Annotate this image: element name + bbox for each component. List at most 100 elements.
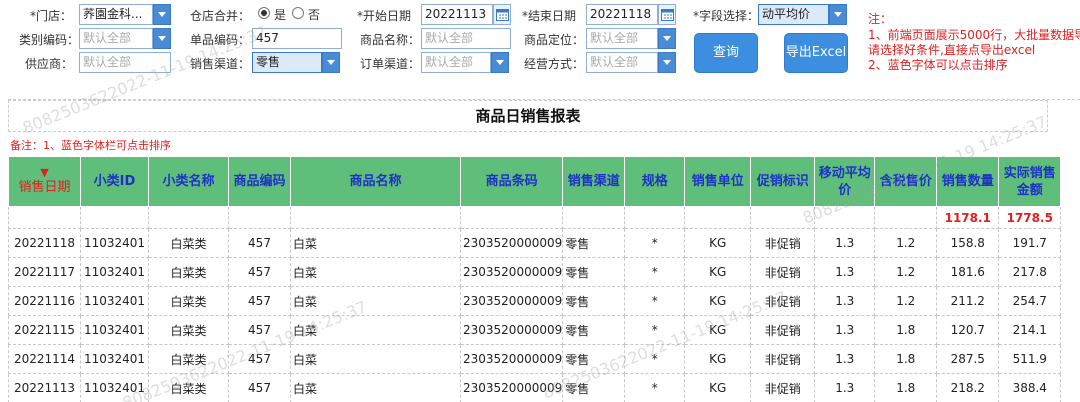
cell-sales-channel: 零售 — [562, 373, 626, 402]
sales-report-table: ▼ 销售日期 小类ID 小类名称 商品编码 商品名称 商品条码 销售渠道 规格 销… — [8, 156, 1062, 402]
sales-channel-select[interactable]: 零售 — [252, 52, 322, 73]
table-row[interactable]: 20221114 11032401 白菜类 457 白菜 2303520000009 零售 *… — [8, 344, 1062, 374]
end-date-label: *结束日期 — [522, 9, 577, 23]
cell-spec: * — [624, 344, 686, 374]
field-select[interactable]: 动平均价 — [758, 4, 829, 25]
total-sales-qty: 1178.1 — [936, 206, 1000, 229]
table-row[interactable]: 20221113 11032401 白菜类 457 白菜 2303520000009 零售 *… — [8, 373, 1062, 402]
merge-store-label: 仓店合并： — [190, 9, 251, 23]
col-header-actual-amount[interactable]: 实际销售金额 — [998, 156, 1062, 207]
cell-tax-price: 1.8 — [874, 373, 938, 402]
cell-promo-flag: 非促销 — [750, 344, 816, 374]
cell-subclass-id: 11032401 — [80, 315, 149, 345]
item-code-input[interactable]: 457 — [252, 28, 342, 49]
cell-sales-channel: 零售 — [562, 286, 626, 316]
cell-spec: * — [624, 228, 686, 258]
category-input[interactable]: 默认全部 — [79, 28, 153, 49]
field-select-label: *字段选择： — [693, 9, 760, 23]
cell-spec: * — [624, 373, 686, 402]
supplier-label: 供应商： — [25, 57, 74, 71]
store-select[interactable]: 荞園金科... — [79, 4, 153, 25]
item-name-label: 商品名称： — [360, 33, 421, 47]
cell-unit: KG — [684, 373, 752, 402]
merge-yes-label: 是 — [274, 8, 287, 22]
merge-yes-radio[interactable] — [258, 7, 270, 19]
cell-sales-channel: 零售 — [562, 344, 626, 374]
cell-subclass-name: 白菜类 — [148, 344, 229, 374]
cell-item-name: 白菜 — [290, 373, 461, 402]
table-row[interactable]: 20221117 11032401 白菜类 457 白菜 2303520000009 零售 *… — [8, 257, 1062, 287]
col-header-spec[interactable]: 规格 — [624, 156, 686, 207]
cell-promo-flag: 非促销 — [750, 373, 816, 402]
store-label: *门店： — [30, 9, 73, 23]
cell-barcode: 2303520000009 — [459, 228, 564, 258]
export-excel-button[interactable]: 导出Excel — [784, 33, 848, 73]
item-code-label: 单品编码： — [190, 33, 251, 47]
operation-mode-input[interactable]: 默认全部 — [586, 52, 658, 73]
cell-item-code: 457 — [228, 315, 291, 345]
col-header-promo-flag[interactable]: 促销标识 — [750, 156, 816, 207]
cell-spec: * — [624, 286, 686, 316]
cell-item-name: 白菜 — [290, 228, 461, 258]
operation-mode-dropdown-icon[interactable] — [658, 52, 676, 73]
start-date-calendar-icon[interactable] — [493, 4, 511, 25]
table-row[interactable]: 20221116 11032401 白菜类 457 白菜 2303520000009 零售 *… — [8, 286, 1062, 316]
cell-actual-amount: 511.9 — [998, 344, 1062, 374]
cell-barcode: 2303520000009 — [459, 257, 564, 287]
cell-subclass-name: 白菜类 — [148, 228, 229, 258]
cell-subclass-id: 11032401 — [80, 257, 149, 287]
item-position-dropdown-icon[interactable] — [658, 28, 676, 49]
col-header-sales-date[interactable]: ▼ 销售日期 — [8, 156, 81, 207]
cell-sales-qty: 287.5 — [936, 344, 1000, 374]
col-header-unit[interactable]: 销售单位 — [684, 156, 752, 207]
item-name-input[interactable]: 默认全部 — [421, 28, 511, 49]
merge-no-radio[interactable] — [292, 7, 304, 19]
sales-channel-dropdown-icon[interactable] — [322, 52, 340, 73]
col-header-subclass-id[interactable]: 小类ID — [80, 156, 149, 207]
cell-unit: KG — [684, 286, 752, 316]
col-header-item-name[interactable]: 商品名称 — [290, 156, 461, 207]
col-header-sales-channel[interactable]: 销售渠道 — [562, 156, 626, 207]
order-channel-input[interactable]: 默认全部 — [421, 52, 491, 73]
col-header-tax-price[interactable]: 含税售价 — [874, 156, 938, 207]
field-select-dropdown-icon[interactable] — [829, 4, 847, 25]
total-actual-amount: 1778.5 — [998, 206, 1062, 229]
cell-sales-channel: 零售 — [562, 228, 626, 258]
table-row[interactable]: 20221118 11032401 白菜类 457 白菜 2303520000009 零售 *… — [8, 228, 1062, 258]
cell-actual-amount: 191.7 — [998, 228, 1062, 258]
cell-moving-avg-price: 1.3 — [814, 315, 876, 345]
cell-moving-avg-price: 1.3 — [814, 257, 876, 287]
query-button[interactable]: 查询 — [694, 33, 758, 73]
report-remark: 备注：1、蓝色字体栏可点击排序 — [10, 139, 171, 152]
order-channel-dropdown-icon[interactable] — [491, 52, 509, 73]
cell-unit: KG — [684, 228, 752, 258]
cell-barcode: 2303520000009 — [459, 315, 564, 345]
cell-sales-date: 20221114 — [8, 344, 81, 374]
store-dropdown-icon[interactable] — [153, 4, 171, 25]
category-dropdown-icon[interactable] — [153, 28, 171, 49]
end-date-input[interactable]: 20221118 — [586, 4, 658, 25]
item-position-input[interactable]: 默认全部 — [586, 28, 658, 49]
item-position-label: 商品定位： — [524, 33, 585, 47]
col-header-sales-qty[interactable]: 销售数量 — [936, 156, 1000, 207]
cell-item-name: 白菜 — [290, 315, 461, 345]
cell-sales-channel: 零售 — [562, 315, 626, 345]
supplier-input[interactable]: 默认全部 — [79, 52, 171, 73]
cell-item-code: 457 — [228, 286, 291, 316]
col-header-moving-avg-price[interactable]: 移动平均价 — [814, 156, 876, 207]
table-row[interactable]: 20221115 11032401 白菜类 457 白菜 2303520000009 零售 *… — [8, 315, 1062, 345]
cell-actual-amount: 388.4 — [998, 373, 1062, 402]
cell-tax-price: 1.8 — [874, 344, 938, 374]
cell-promo-flag: 非促销 — [750, 315, 816, 345]
col-header-subclass-name[interactable]: 小类名称 — [148, 156, 229, 207]
cell-sales-date: 20221118 — [8, 228, 81, 258]
col-header-barcode[interactable]: 商品条码 — [459, 156, 564, 207]
cell-sales-qty: 120.7 — [936, 315, 1000, 345]
col-header-item-code[interactable]: 商品编码 — [228, 156, 291, 207]
cell-item-code: 457 — [228, 344, 291, 374]
start-date-input[interactable]: 20221113 — [421, 4, 493, 25]
sort-desc-icon: ▼ — [40, 166, 49, 179]
cell-barcode: 2303520000009 — [459, 286, 564, 316]
end-date-calendar-icon[interactable] — [658, 4, 676, 25]
cell-actual-amount: 254.7 — [998, 286, 1062, 316]
